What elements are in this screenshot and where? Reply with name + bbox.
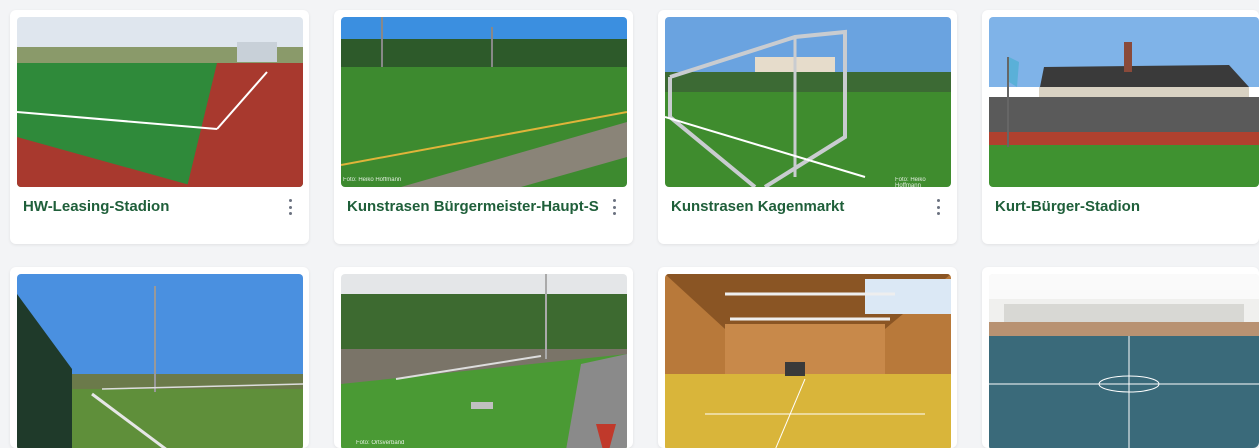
more-vertical-icon[interactable] <box>933 199 943 215</box>
more-vertical-icon[interactable] <box>285 199 295 215</box>
venue-card[interactable]: Foto: Ortsverband <box>334 267 633 448</box>
photo-credit: Foto: Heiko Hoffmann <box>895 177 926 187</box>
venue-image[interactable] <box>665 274 951 448</box>
venue-image[interactable] <box>17 274 303 448</box>
venue-card[interactable] <box>982 267 1259 448</box>
venue-title[interactable]: Kunstrasen Kagenmarkt <box>671 198 921 215</box>
photo-credit: Foto: Ortsverband <box>356 440 405 446</box>
venue-card[interactable]: Foto: Heiko Hoffmann Kunstrasen Bürgerme… <box>334 10 633 244</box>
venue-image[interactable] <box>989 17 1259 187</box>
venue-title[interactable]: Kurt-Bürger-Stadion <box>995 198 1245 215</box>
venue-image[interactable]: Foto: Ortsverband <box>341 274 627 448</box>
venue-card[interactable] <box>658 267 957 448</box>
venue-image[interactable] <box>989 274 1259 448</box>
photo-credit: Foto: Heiko Hoffmann <box>343 177 402 183</box>
venue-card[interactable] <box>10 267 309 448</box>
venue-image[interactable] <box>17 17 303 187</box>
venue-image[interactable]: Foto: Heiko Hoffmann <box>341 17 627 187</box>
more-vertical-icon[interactable] <box>609 199 619 215</box>
venue-card[interactable]: HW-Leasing-Stadion <box>10 10 309 244</box>
venue-card[interactable]: Kurt-Bürger-Stadion <box>982 10 1259 244</box>
venue-image[interactable]: Foto: Heiko Hoffmann <box>665 17 951 187</box>
venue-title[interactable]: Kunstrasen Bürgermeister-Haupt-Straße <box>347 198 599 215</box>
venue-card[interactable]: Foto: Heiko Hoffmann Kunstrasen Kagenmar… <box>658 10 957 244</box>
venue-title[interactable]: HW-Leasing-Stadion <box>23 198 273 215</box>
